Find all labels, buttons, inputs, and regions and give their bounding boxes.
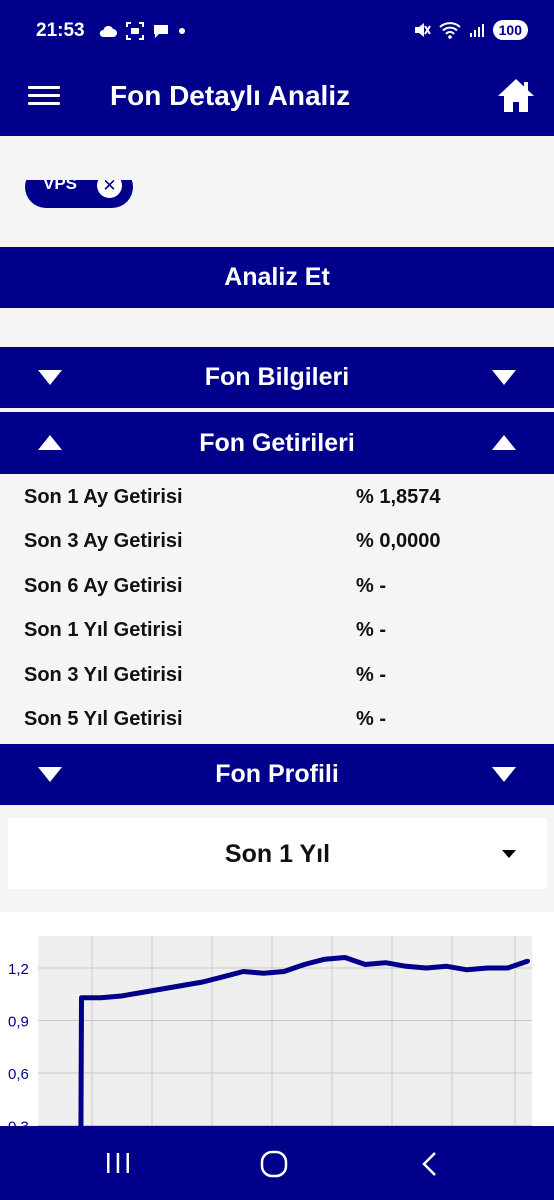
menu-button[interactable] — [28, 82, 60, 112]
table-row: Son 1 Yıl Getirisi % - — [24, 619, 386, 641]
y-tick-label: 1,2 — [8, 961, 29, 978]
chart-point — [485, 966, 490, 970]
chart-point — [261, 971, 266, 976]
cloud-icon — [99, 25, 117, 37]
home-nav-icon[interactable] — [259, 1150, 289, 1178]
chart-svg: 1,20,90,60,3 — [8, 936, 532, 1181]
chart-point — [526, 959, 530, 963]
chart-point — [363, 962, 368, 967]
dot-icon — [179, 28, 185, 34]
chart-point — [282, 969, 286, 974]
chart-point — [241, 969, 246, 974]
chart-point — [221, 974, 225, 979]
returns-table: Son 1 Ay Getirisi % 1,8574 Son 3 Ay Geti… — [0, 474, 554, 744]
table-row: Son 3 Yıl Getirisi % - — [24, 664, 386, 686]
chart-point — [444, 964, 449, 969]
section-title-returns: Fon Getirileri — [199, 429, 355, 457]
chart-point — [505, 966, 510, 970]
status-bar: 21:53 100 — [0, 0, 554, 62]
chart-point — [200, 980, 205, 984]
chevron-down-icon — [492, 370, 516, 385]
battery-indicator: 100 — [492, 20, 528, 40]
screenshot-icon — [126, 22, 144, 40]
period-selected: Son 1 Yıl — [224, 840, 331, 868]
chevron-down-icon — [38, 767, 62, 782]
chevron-up-icon — [492, 435, 516, 450]
period-dropdown[interactable]: Son 1 Yıl — [8, 818, 547, 889]
chevron-down-icon — [38, 370, 62, 385]
table-row: Son 6 Ay Getirisi % - — [24, 575, 386, 597]
y-tick-label: 0,6 — [8, 1066, 29, 1083]
chart-point — [79, 995, 84, 1000]
chart-point — [99, 995, 103, 1000]
chart-point — [119, 994, 124, 998]
signal-icon — [469, 24, 484, 37]
status-time: 21:53 — [36, 20, 85, 41]
chart-point — [322, 957, 327, 962]
caret-down-icon — [502, 850, 516, 858]
filter-chip-area: VPS ✕ — [0, 136, 554, 247]
section-header-profile[interactable]: Fon Profili — [0, 744, 554, 805]
system-nav-bar — [0, 1126, 554, 1200]
home-icon[interactable] — [496, 76, 536, 116]
chat-icon — [154, 25, 168, 38]
analyze-button[interactable]: Analiz Et — [0, 247, 554, 308]
chart-point — [343, 955, 347, 960]
table-row: Son 3 Ay Getirisi % 0,0000 — [24, 530, 441, 552]
performance-chart: 1,20,90,60,3 — [0, 912, 554, 1181]
chart-point — [160, 987, 164, 991]
page-title: Fon Detaylı Analiz — [110, 80, 351, 111]
y-tick-label: 0,9 — [8, 1014, 29, 1031]
section-title-info: Fon Bilgileri — [204, 363, 350, 391]
chart-point — [302, 962, 307, 967]
chevron-up-icon — [38, 435, 62, 450]
section-header-returns[interactable]: Fon Getirileri — [0, 412, 554, 474]
back-icon[interactable] — [418, 1150, 440, 1178]
section-header-info[interactable]: Fon Bilgileri — [0, 347, 554, 408]
wifi-icon — [438, 22, 461, 39]
app-bar: Fon Detaylı Analiz — [0, 62, 554, 136]
table-row: Son 1 Ay Getirisi % 1,8574 — [24, 486, 441, 508]
table-row: Son 5 Yıl Getirisi % - — [24, 708, 386, 730]
chart-point — [383, 960, 388, 965]
chart-point — [465, 967, 469, 972]
chevron-down-icon — [492, 767, 516, 782]
chart-point — [180, 983, 185, 988]
chart-point — [424, 966, 429, 970]
chart-point — [404, 964, 408, 969]
chart-point — [139, 990, 144, 995]
mute-icon — [414, 23, 431, 37]
recent-apps-icon[interactable] — [104, 1150, 132, 1176]
section-title-profile: Fon Profili — [215, 760, 339, 788]
